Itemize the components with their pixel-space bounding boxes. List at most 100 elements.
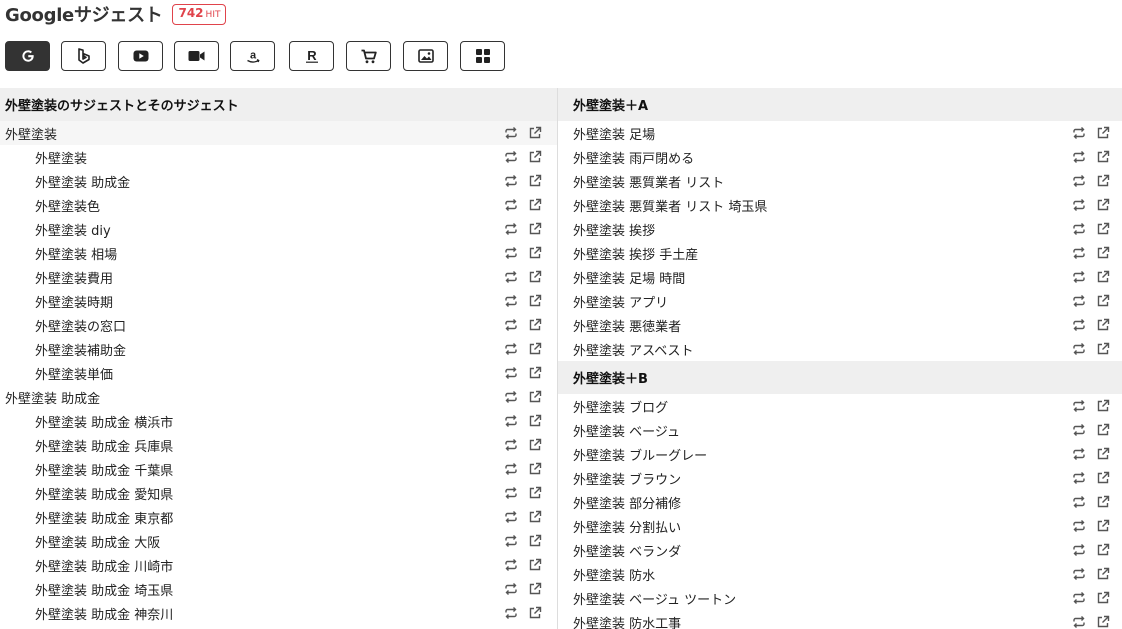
- repeat-icon[interactable]: [504, 222, 518, 236]
- repeat-icon[interactable]: [1072, 615, 1086, 629]
- external-link-icon[interactable]: [1096, 471, 1110, 485]
- repeat-icon[interactable]: [1072, 423, 1086, 437]
- repeat-icon[interactable]: [1072, 342, 1086, 356]
- repeat-icon[interactable]: [504, 246, 518, 260]
- suggest-keyword[interactable]: 外壁塗装: [5, 124, 57, 143]
- external-link-icon[interactable]: [528, 198, 542, 212]
- tab-google[interactable]: [5, 41, 50, 71]
- repeat-icon[interactable]: [504, 606, 518, 620]
- external-link-icon[interactable]: [1096, 543, 1110, 557]
- repeat-icon[interactable]: [504, 270, 518, 284]
- repeat-icon[interactable]: [504, 438, 518, 452]
- suggest-keyword[interactable]: 外壁塗装 足場 時間: [573, 268, 685, 287]
- tab-image[interactable]: [403, 41, 448, 71]
- repeat-icon[interactable]: [1072, 174, 1086, 188]
- suggest-keyword[interactable]: 外壁塗装色: [35, 196, 100, 215]
- suggest-keyword[interactable]: 外壁塗装 diy: [35, 220, 111, 239]
- external-link-icon[interactable]: [1096, 519, 1110, 533]
- external-link-icon[interactable]: [1096, 270, 1110, 284]
- tab-bing[interactable]: [61, 41, 106, 71]
- external-link-icon[interactable]: [528, 534, 542, 548]
- external-link-icon[interactable]: [528, 150, 542, 164]
- repeat-icon[interactable]: [1072, 567, 1086, 581]
- suggest-keyword[interactable]: 外壁塗装 助成金 兵庫県: [35, 436, 173, 455]
- external-link-icon[interactable]: [1096, 294, 1110, 308]
- external-link-icon[interactable]: [528, 342, 542, 356]
- suggest-keyword[interactable]: 外壁塗装 アプリ: [573, 292, 668, 311]
- suggest-keyword[interactable]: 外壁塗装 ブラウン: [573, 469, 681, 488]
- repeat-icon[interactable]: [504, 486, 518, 500]
- repeat-icon[interactable]: [1072, 591, 1086, 605]
- suggest-keyword[interactable]: 外壁塗装 ベランダ: [573, 541, 681, 560]
- suggest-keyword[interactable]: 外壁塗装 挨拶 手土産: [573, 244, 698, 263]
- repeat-icon[interactable]: [504, 534, 518, 548]
- suggest-keyword[interactable]: 外壁塗装 足場: [573, 124, 655, 143]
- external-link-icon[interactable]: [1096, 198, 1110, 212]
- suggest-keyword[interactable]: 外壁塗装 ブルーグレー: [573, 445, 707, 464]
- repeat-icon[interactable]: [1072, 318, 1086, 332]
- repeat-icon[interactable]: [1072, 471, 1086, 485]
- suggest-keyword[interactable]: 外壁塗装 雨戸閉める: [573, 148, 694, 167]
- external-link-icon[interactable]: [528, 318, 542, 332]
- external-link-icon[interactable]: [528, 294, 542, 308]
- repeat-icon[interactable]: [1072, 495, 1086, 509]
- tab-shopping[interactable]: [346, 41, 391, 71]
- external-link-icon[interactable]: [1096, 447, 1110, 461]
- external-link-icon[interactable]: [1096, 318, 1110, 332]
- suggest-keyword[interactable]: 外壁塗装 助成金 埼玉県: [35, 580, 173, 599]
- repeat-icon[interactable]: [504, 510, 518, 524]
- external-link-icon[interactable]: [1096, 126, 1110, 140]
- external-link-icon[interactable]: [528, 174, 542, 188]
- suggest-keyword[interactable]: 外壁塗装 ベージュ ツートン: [573, 589, 736, 608]
- suggest-keyword[interactable]: 外壁塗装 助成金 大阪: [35, 532, 160, 551]
- suggest-keyword[interactable]: 外壁塗装: [35, 148, 87, 167]
- tab-youtube[interactable]: [118, 41, 163, 71]
- repeat-icon[interactable]: [504, 366, 518, 380]
- suggest-keyword[interactable]: 外壁塗装 部分補修: [573, 493, 681, 512]
- external-link-icon[interactable]: [1096, 246, 1110, 260]
- external-link-icon[interactable]: [1096, 174, 1110, 188]
- suggest-keyword[interactable]: 外壁塗装時期: [35, 292, 113, 311]
- suggest-keyword[interactable]: 外壁塗装 悪質業者 リスト 埼玉県: [573, 196, 767, 215]
- repeat-icon[interactable]: [504, 414, 518, 428]
- external-link-icon[interactable]: [528, 366, 542, 380]
- external-link-icon[interactable]: [1096, 342, 1110, 356]
- repeat-icon[interactable]: [1072, 246, 1086, 260]
- external-link-icon[interactable]: [528, 390, 542, 404]
- suggest-keyword[interactable]: 外壁塗装 助成金 川崎市: [35, 556, 173, 575]
- repeat-icon[interactable]: [1072, 150, 1086, 164]
- repeat-icon[interactable]: [504, 342, 518, 356]
- tab-rakuten[interactable]: R: [289, 41, 334, 71]
- suggest-keyword[interactable]: 外壁塗装費用: [35, 268, 113, 287]
- external-link-icon[interactable]: [528, 270, 542, 284]
- suggest-keyword[interactable]: 外壁塗装 防水工事: [573, 613, 681, 629]
- suggest-keyword[interactable]: 外壁塗装 助成金 東京都: [35, 508, 173, 527]
- external-link-icon[interactable]: [528, 462, 542, 476]
- repeat-icon[interactable]: [504, 174, 518, 188]
- repeat-icon[interactable]: [504, 318, 518, 332]
- suggest-keyword[interactable]: 外壁塗装 ブログ: [573, 397, 668, 416]
- repeat-icon[interactable]: [1072, 447, 1086, 461]
- suggest-keyword[interactable]: 外壁塗装 アスベスト: [573, 340, 693, 359]
- external-link-icon[interactable]: [528, 558, 542, 572]
- suggest-keyword[interactable]: 外壁塗装 挨拶: [573, 220, 655, 239]
- suggest-keyword[interactable]: 外壁塗装 ベージュ: [573, 421, 680, 440]
- external-link-icon[interactable]: [528, 438, 542, 452]
- repeat-icon[interactable]: [504, 198, 518, 212]
- suggest-keyword[interactable]: 外壁塗装 助成金 横浜市: [35, 412, 173, 431]
- external-link-icon[interactable]: [1096, 150, 1110, 164]
- external-link-icon[interactable]: [528, 582, 542, 596]
- repeat-icon[interactable]: [1072, 270, 1086, 284]
- suggest-keyword[interactable]: 外壁塗装 防水: [573, 565, 655, 584]
- repeat-icon[interactable]: [504, 390, 518, 404]
- external-link-icon[interactable]: [1096, 222, 1110, 236]
- repeat-icon[interactable]: [1072, 222, 1086, 236]
- external-link-icon[interactable]: [1096, 567, 1110, 581]
- external-link-icon[interactable]: [528, 606, 542, 620]
- suggest-keyword[interactable]: 外壁塗装の窓口: [35, 316, 126, 335]
- suggest-keyword[interactable]: 外壁塗装 助成金: [5, 388, 100, 407]
- suggest-keyword[interactable]: 外壁塗装 悪質業者 リスト: [573, 172, 724, 191]
- repeat-icon[interactable]: [1072, 294, 1086, 308]
- repeat-icon[interactable]: [1072, 126, 1086, 140]
- repeat-icon[interactable]: [504, 150, 518, 164]
